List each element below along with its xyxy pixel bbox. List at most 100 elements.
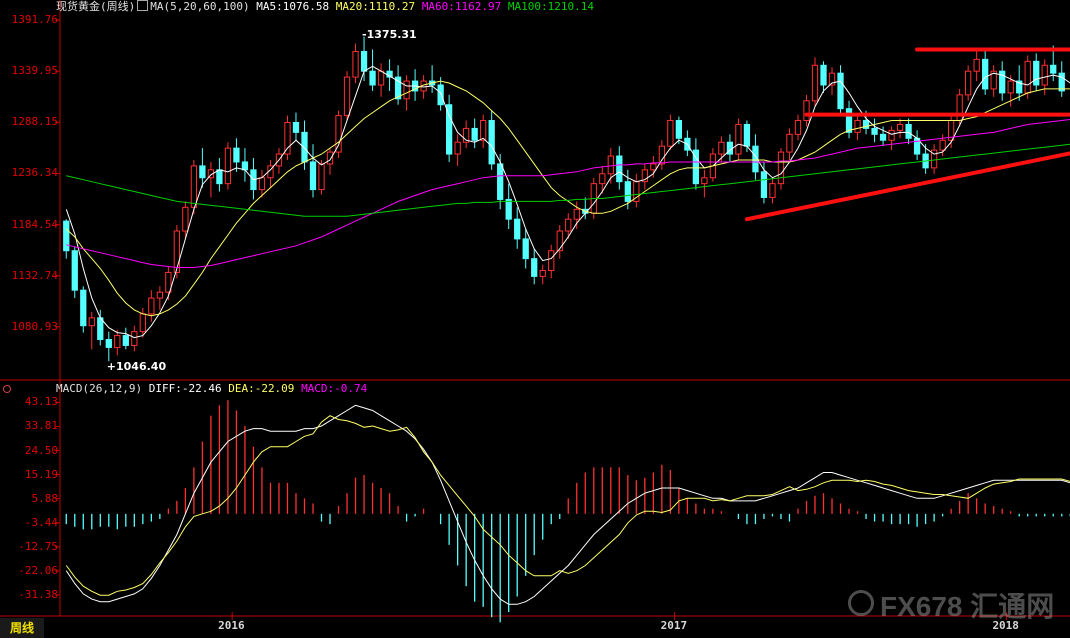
candle-body: [369, 70, 376, 86]
candle-body: [241, 161, 249, 171]
main-header: 现货黄金(周线) MA(5,20,60,100) MA5:1076.58 MA20…: [56, 0, 594, 13]
candle-body: [616, 155, 623, 183]
candle-body: [173, 230, 181, 273]
candle-body: [114, 335, 121, 348]
candle-up: [786, 128, 793, 160]
candle-down: [760, 161, 768, 204]
candle-down: [692, 138, 700, 190]
candle-up: [267, 159, 274, 188]
macd-tick-label: 33.81: [24, 419, 58, 433]
candle-body: [1007, 80, 1014, 94]
candle-up: [896, 118, 904, 139]
candle-body: [701, 177, 708, 185]
candle-down: [122, 327, 129, 350]
candle-body: [122, 335, 129, 346]
watermark-text: FX678 汇通网: [880, 591, 1055, 622]
candle-body: [777, 151, 785, 185]
candle-down: [726, 134, 734, 162]
candle-body: [871, 127, 878, 135]
line-ma5: [65, 65, 1070, 339]
macd-tick-label: -31.38: [18, 587, 58, 601]
candle-up: [854, 114, 861, 141]
candle-down: [80, 286, 87, 333]
candle-down: [199, 148, 206, 188]
candle-down: [845, 100, 853, 139]
candle-up: [930, 144, 938, 174]
candle-body: [71, 250, 78, 291]
candle-body: [1041, 64, 1048, 86]
candle-body: [216, 169, 223, 185]
candle-body: [233, 147, 240, 163]
candle-down: [514, 207, 521, 249]
candle-up: [377, 63, 385, 97]
candle-down: [743, 120, 751, 153]
candle-body: [437, 84, 444, 106]
candle-down: [913, 130, 921, 160]
candle-up: [131, 325, 138, 352]
candle-up: [709, 148, 717, 182]
candle-down: [411, 69, 419, 101]
candle-body: [284, 121, 291, 155]
candle-body: [80, 289, 87, 327]
candle-body: [607, 155, 614, 175]
candle-up: [658, 140, 665, 170]
period-selector-button[interactable]: 周线: [0, 618, 44, 638]
candle-up: [463, 120, 470, 149]
candle-up: [454, 134, 461, 166]
candle-down: [250, 158, 257, 200]
candle-body: [335, 115, 342, 153]
candle-body: [811, 64, 819, 102]
candle-body: [148, 297, 155, 315]
candle-body: [514, 218, 521, 240]
candle-body: [377, 70, 385, 86]
candle-down: [360, 36, 368, 82]
candle-up: [190, 159, 198, 215]
candle-body: [735, 123, 742, 155]
candle-up: [769, 177, 776, 204]
macd-tick-label: -3.44: [24, 515, 58, 529]
candle-body: [956, 94, 963, 122]
candle-down: [369, 49, 376, 91]
candle-up: [828, 67, 836, 95]
price-tick-label: 1184.54: [11, 217, 58, 231]
candle-up: [335, 110, 342, 159]
macd-tick-label: 24.50: [24, 443, 58, 457]
candle-body: [182, 206, 189, 232]
candle-up: [794, 114, 802, 141]
candle-down: [531, 248, 538, 285]
candle-up: [947, 114, 955, 149]
candle-body: [454, 141, 461, 155]
candle-up: [480, 114, 487, 149]
candle-body: [497, 163, 504, 200]
candle-body: [360, 50, 368, 72]
candle-body: [318, 163, 325, 191]
candle-up: [539, 264, 546, 285]
trend-line-1: [744, 151, 1070, 222]
candle-body: [965, 70, 972, 96]
candle-body: [156, 291, 163, 299]
candle-down: [105, 331, 112, 362]
candle-body: [658, 145, 665, 165]
candle-body: [522, 238, 529, 260]
ma20-value: MA20:1110.27: [335, 0, 416, 13]
candle-body: [820, 64, 827, 86]
indicator-settings-icon[interactable]: [3, 385, 11, 393]
price-tick-label: 1288.15: [11, 115, 58, 129]
macd-header: MACD(26,12,9) DIFF:-22.46 DEA:-22.09 MAC…: [56, 383, 367, 395]
candle-body: [624, 181, 631, 202]
candle-body: [769, 183, 776, 198]
price-tick-label: 1339.95: [11, 64, 58, 78]
ma-icon: [137, 0, 149, 11]
candle-up: [156, 286, 163, 310]
candle-down: [471, 118, 478, 149]
candle-body: [480, 120, 487, 141]
candle-body: [1050, 64, 1057, 74]
candle-down: [216, 158, 223, 192]
candle-up: [556, 225, 563, 259]
candle-up: [207, 161, 215, 198]
candle-body: [786, 133, 793, 153]
ma5-value: MA5:1076.58: [256, 0, 330, 13]
candle-body: [63, 220, 70, 252]
candle-body: [599, 173, 606, 185]
candle-body: [531, 258, 538, 277]
